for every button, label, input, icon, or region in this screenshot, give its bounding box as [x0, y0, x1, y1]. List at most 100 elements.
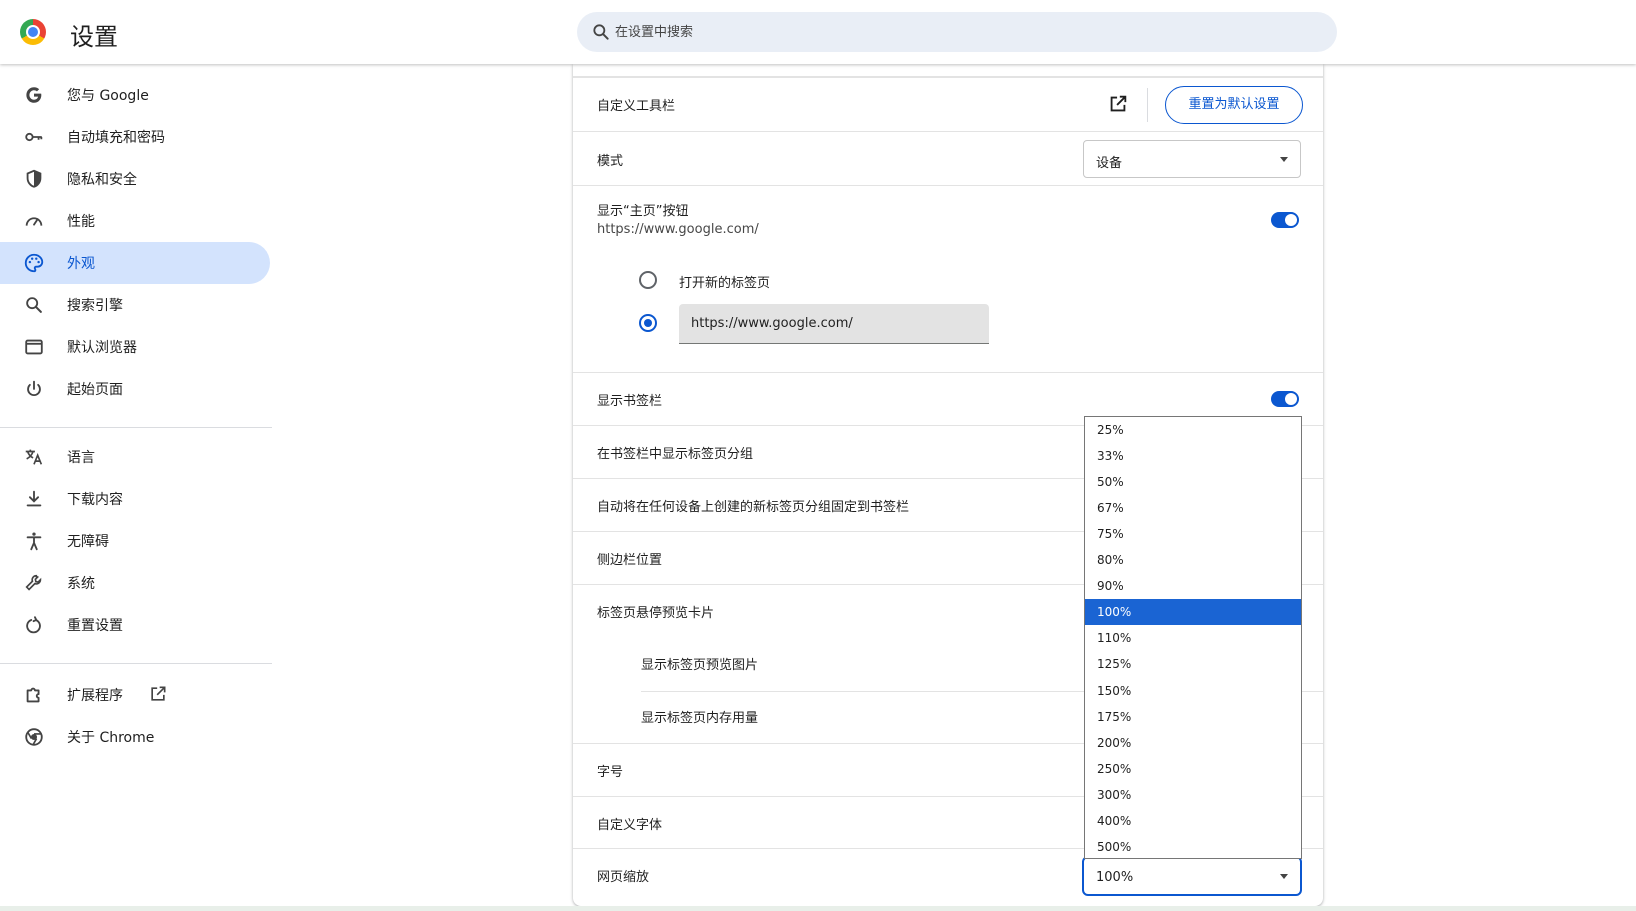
font-size-label: 字号	[597, 765, 624, 780]
auto-pin-tab-groups-label: 自动将在任何设备上创建的新标签页分组固定到书签栏	[597, 500, 910, 515]
wrench-icon	[25, 574, 42, 591]
chevron-down-icon	[1280, 874, 1288, 879]
chevron-down-icon	[1280, 157, 1288, 162]
zoom-option[interactable]: 150%	[1085, 678, 1301, 704]
sidebar: 您与 Google 自动填充和密码 隐私和安全 性能 外观 搜索引擎 默认浏览器…	[0, 64, 272, 911]
sidebar-item-reset[interactable]: 重置设置	[0, 604, 270, 646]
sidebar-item-label: 语言	[67, 450, 95, 466]
puzzle-icon	[26, 687, 40, 703]
zoom-option[interactable]: 250%	[1085, 756, 1301, 782]
radio-new-tab-label: 打开新的标签页	[679, 276, 771, 291]
zoom-option[interactable]: 200%	[1085, 730, 1301, 756]
zoom-option[interactable]: 500%	[1085, 834, 1301, 860]
sidebar-item-performance[interactable]: 性能	[0, 200, 270, 242]
palette-icon	[24, 253, 44, 273]
radio-new-tab[interactable]	[639, 271, 657, 289]
radio-custom-url[interactable]	[639, 314, 657, 332]
tab-hover-card-label: 标签页悬停预览卡片	[597, 606, 715, 621]
header-bar: 设置	[0, 0, 1636, 64]
sidebar-item-label: 搜索引擎	[67, 298, 123, 314]
sidebar-item-system[interactable]: 系统	[0, 562, 270, 604]
sidebar-item-appearance[interactable]: 外观	[0, 242, 270, 284]
zoom-option[interactable]: 67%	[1085, 495, 1301, 521]
bottom-strip	[0, 906, 1636, 911]
mode-select[interactable]: 设备	[1083, 140, 1301, 178]
sidebar-item-label: 关于 Chrome	[67, 730, 155, 746]
browser-window-icon	[25, 339, 43, 355]
open-in-new-icon	[151, 686, 166, 701]
custom-url-value: https://www.google.com/	[691, 316, 853, 331]
zoom-option[interactable]: 75%	[1085, 521, 1301, 547]
sidebar-item-label: 您与 Google	[67, 88, 149, 104]
sidebar-item-label: 默认浏览器	[67, 340, 137, 356]
sidebar-item-default-browser[interactable]: 默认浏览器	[0, 326, 270, 368]
page-zoom-dropdown-list[interactable]: 25% 33% 50% 67% 75% 80% 90% 100% 110% 125% 150% 175…	[1084, 416, 1302, 859]
zoom-option[interactable]: 33%	[1085, 443, 1301, 469]
sidebar-item-autofill[interactable]: 自动填充和密码	[0, 116, 270, 158]
show-tab-memory-label: 显示标签页内存用量	[641, 711, 759, 726]
sidebar-item-on-startup[interactable]: 起始页面	[0, 368, 270, 410]
sidebar-item-downloads[interactable]: 下载内容	[0, 478, 270, 520]
zoom-option[interactable]: 110%	[1085, 625, 1301, 651]
sidebar-item-label: 系统	[67, 576, 95, 592]
custom-url-field[interactable]: https://www.google.com/	[679, 304, 989, 344]
reset-to-default-button[interactable]: 重置为默认设置	[1165, 86, 1303, 124]
shield-icon	[26, 169, 42, 188]
search-icon	[26, 297, 42, 313]
bookmarks-bar-toggle[interactable]	[1271, 391, 1299, 407]
sidebar-item-label: 重置设置	[67, 618, 123, 634]
chrome-logo-icon	[20, 19, 46, 45]
sidebar-item-about-chrome[interactable]: 关于 Chrome	[0, 716, 270, 758]
sidebar-item-label: 扩展程序	[67, 688, 123, 704]
sidebar-item-label: 起始页面	[67, 382, 123, 398]
page-zoom-label: 网页缩放	[597, 870, 650, 885]
sidebar-item-privacy[interactable]: 隐私和安全	[0, 158, 270, 200]
home-button-label: 显示“主页”按钮	[597, 204, 689, 219]
custom-fonts-label: 自定义字体	[597, 818, 663, 833]
zoom-option[interactable]: 50%	[1085, 469, 1301, 495]
search-box[interactable]	[577, 12, 1337, 52]
reset-icon	[26, 616, 41, 634]
search-input[interactable]	[615, 12, 1315, 52]
page-zoom-select-value: 100%	[1096, 870, 1134, 885]
open-in-new-icon[interactable]	[1107, 93, 1129, 115]
sidebar-item-you-and-google[interactable]: 您与 Google	[0, 74, 270, 116]
sidebar-item-languages[interactable]: 语言	[0, 436, 270, 478]
mode-label: 模式	[597, 154, 624, 169]
speedometer-icon	[25, 217, 43, 226]
side-panel-position-label: 侧边栏位置	[597, 553, 663, 568]
sidebar-item-extensions[interactable]: 扩展程序	[0, 674, 270, 716]
download-icon	[26, 490, 42, 507]
sidebar-item-label: 无障碍	[67, 534, 109, 550]
sidebar-divider	[0, 663, 272, 664]
key-icon	[25, 132, 43, 142]
accessibility-icon	[26, 532, 42, 551]
chrome-icon	[25, 728, 43, 746]
sidebar-item-search-engine[interactable]: 搜索引擎	[0, 284, 270, 326]
translate-icon	[25, 449, 43, 465]
page-title: 设置	[70, 23, 118, 51]
sidebar-item-label: 隐私和安全	[67, 172, 137, 188]
zoom-option[interactable]: 100%	[1085, 599, 1301, 626]
page-zoom-select[interactable]: 100%	[1082, 856, 1302, 896]
home-button-url: https://www.google.com/	[597, 222, 759, 237]
row-customize-toolbar[interactable]: 自定义工具栏 重置为默认设置	[573, 77, 1323, 131]
row-home-button: 显示“主页”按钮 https://www.google.com/ 打开新的标签页…	[573, 185, 1323, 372]
row-mode: 模式 设备	[573, 131, 1323, 185]
zoom-option[interactable]: 300%	[1085, 782, 1301, 808]
zoom-option[interactable]: 400%	[1085, 808, 1301, 834]
zoom-option[interactable]: 90%	[1085, 573, 1301, 599]
search-icon	[593, 24, 609, 40]
bookmarks-bar-label: 显示书签栏	[597, 394, 663, 409]
sidebar-item-accessibility[interactable]: 无障碍	[0, 520, 270, 562]
home-button-toggle[interactable]	[1271, 212, 1299, 228]
zoom-option[interactable]: 175%	[1085, 704, 1301, 730]
sidebar-item-label: 外观	[67, 256, 95, 272]
zoom-option[interactable]: 25%	[1085, 417, 1301, 443]
mode-select-value: 设备	[1096, 156, 1123, 171]
sidebar-item-label: 下载内容	[67, 492, 123, 508]
zoom-option[interactable]: 80%	[1085, 547, 1301, 573]
show-tab-preview-image-label: 显示标签页预览图片	[641, 658, 759, 673]
zoom-option[interactable]: 125%	[1085, 651, 1301, 677]
sidebar-item-label: 性能	[67, 214, 95, 230]
